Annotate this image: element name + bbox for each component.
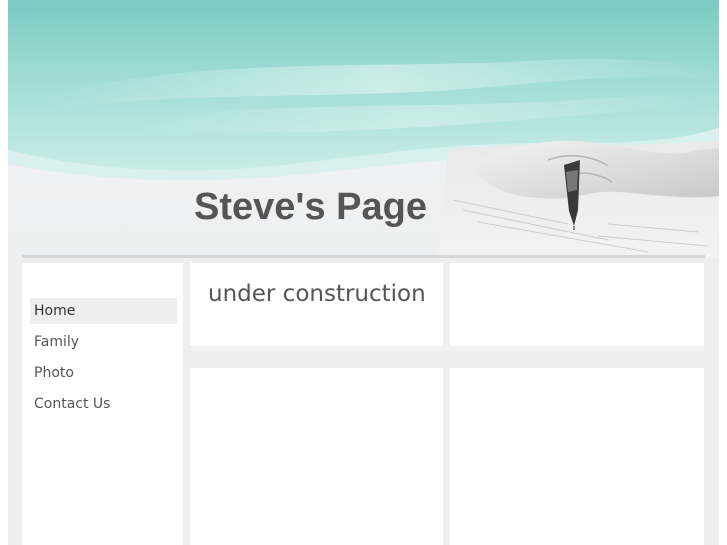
left-bottom-panel [190,368,443,545]
right-bottom-panel [450,368,704,545]
nav-item-contact-us[interactable]: Contact Us [30,391,177,417]
right-top-panel [450,263,704,346]
content-divider [190,347,704,351]
site-title: Steve's Page [194,186,427,228]
header-banner: Steve's Page [8,0,719,260]
nav-item-home[interactable]: Home [30,298,177,324]
nav-item-photo[interactable]: Photo [30,360,177,386]
sidebar: Home Family Photo Contact Us [22,263,183,545]
nav-item-family[interactable]: Family [30,329,177,355]
page: Steve's Page Home Family Photo Contact U… [0,0,727,545]
main-nav: Home Family Photo Contact Us [30,298,177,422]
main-content-panel: under construction [190,263,443,346]
page-heading: under construction [208,281,426,307]
